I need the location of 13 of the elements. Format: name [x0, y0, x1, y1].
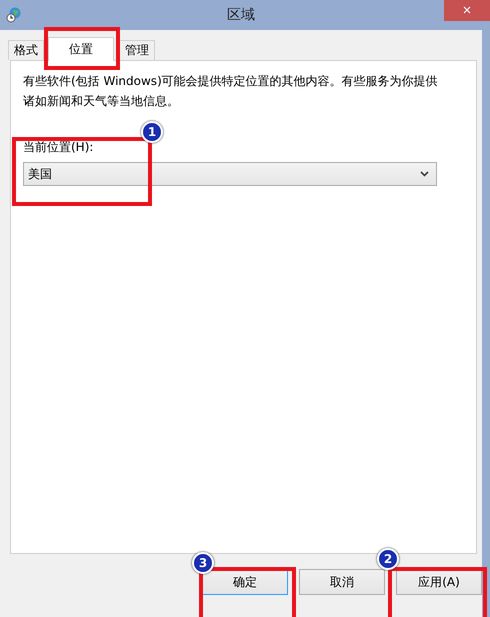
tab[interactable]: 管理	[119, 40, 155, 60]
chevron-down-icon	[420, 171, 429, 177]
window-title: 区域	[227, 6, 255, 24]
location-dropdown[interactable]: 美国	[23, 162, 437, 186]
dialog-button[interactable]: 确定	[202, 569, 288, 595]
dialog-button[interactable]: 取消	[299, 569, 385, 595]
globe-icon	[6, 7, 22, 23]
tab[interactable]: 格式	[8, 40, 44, 60]
description-text: 有些软件(包括 Windows)可能会提供特定位置的其他内容。有些服务为你提供诸如新闻和天气等当地信息。	[23, 73, 439, 110]
close-button[interactable]: ×	[444, 0, 490, 21]
tab[interactable]: 位置	[48, 37, 114, 61]
field-label: 当前位置(H):	[23, 139, 94, 156]
dialog-button[interactable]: 应用(A)	[396, 569, 482, 595]
